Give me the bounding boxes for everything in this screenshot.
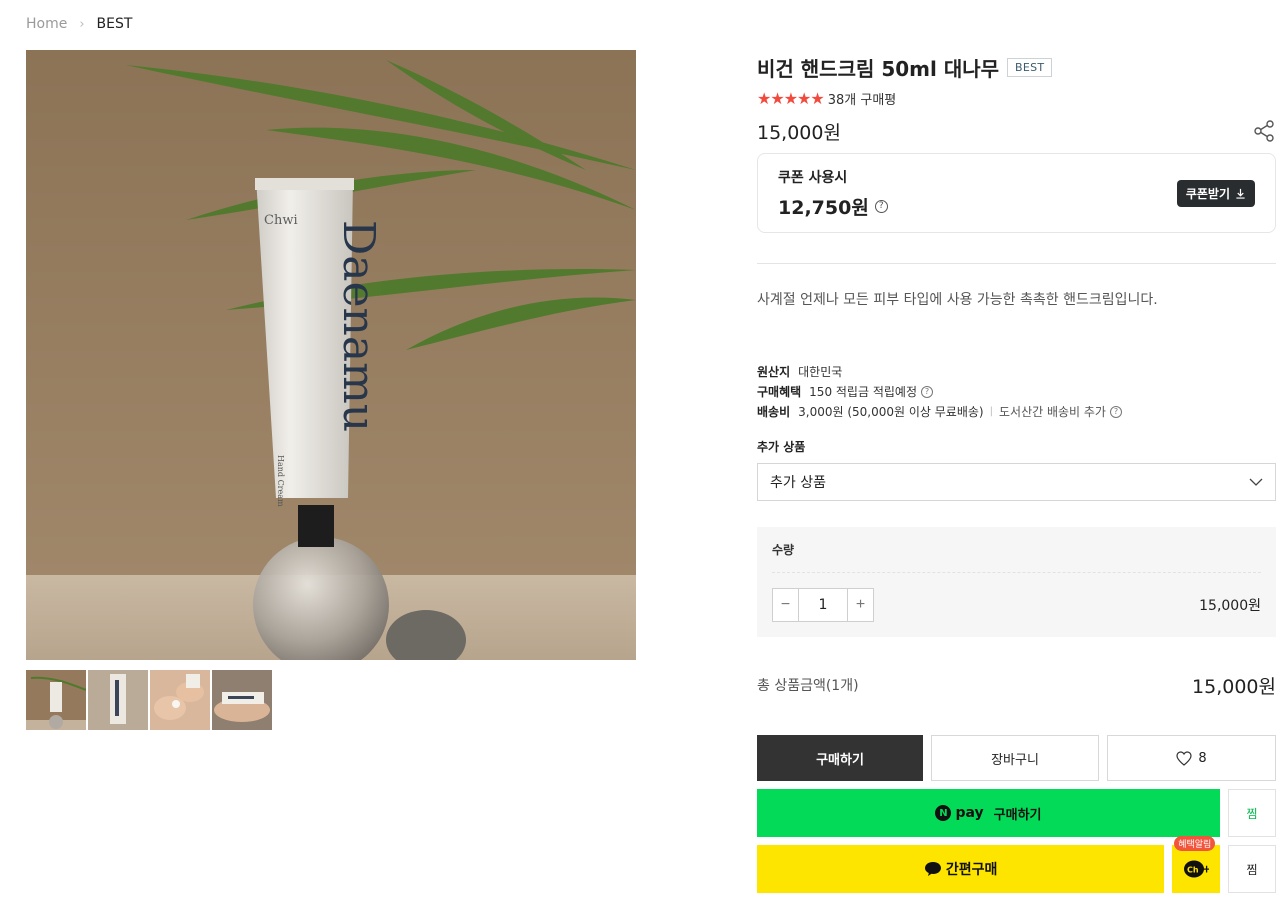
thumbnail-2[interactable] [88, 670, 148, 730]
kakao-channel-button[interactable]: 혜택알림 Ch + [1172, 836, 1221, 893]
quantity-divider [772, 572, 1261, 573]
chevron-right-icon: › [79, 16, 85, 32]
star-rating-icon: ★★★★★ [757, 88, 825, 108]
coupon-box: 쿠폰 사용시 12,750원 ? 쿠폰받기 [757, 153, 1276, 233]
benefit-alert-badge: 혜택알림 [1174, 836, 1216, 851]
npay-buy-button[interactable]: N pay 구매하기 [757, 789, 1220, 837]
breadcrumb-home-link[interactable]: Home [26, 16, 67, 32]
chevron-down-icon [1249, 478, 1263, 486]
npay-logo-icon: N [935, 805, 952, 821]
coupon-button-label: 쿠폰받기 [1185, 186, 1230, 201]
product-photo: Chwi Daenamu Hand Cream [26, 50, 636, 660]
kakao-buy-button[interactable]: 간편구매 [757, 845, 1165, 893]
npay-zzim-button[interactable]: 찜 [1228, 789, 1276, 837]
total-price: 15,000원 [1192, 675, 1276, 698]
download-icon [1236, 188, 1245, 199]
thumbnail-1[interactable] [26, 670, 86, 730]
shipping-extra-link[interactable]: 도서산간 배송비 추가 [999, 402, 1106, 422]
npay-pay-text: pay [955, 805, 984, 821]
increase-button[interactable]: + [848, 589, 873, 621]
kakao-channel-icon: Ch + [1184, 860, 1209, 878]
product-description: 사계절 언제나 모든 피부 타입에 사용 가능한 촉촉한 핸드크림입니다. [757, 292, 1158, 308]
thumbnail-4[interactable] [212, 670, 272, 730]
kakao-buy-label: 간편구매 [945, 862, 998, 878]
coupon-download-button[interactable]: 쿠폰받기 [1176, 179, 1255, 207]
svg-text:Ch: Ch [1187, 866, 1199, 875]
wishlist-button[interactable]: 8 [1107, 735, 1276, 781]
rating[interactable]: ★★★★★ 38개 구매평 [757, 88, 1276, 108]
coupon-price: 12,750원 [778, 196, 869, 219]
origin-value: 대한민국 [798, 365, 843, 379]
section-divider [757, 263, 1276, 264]
wishlist-count: 8 [1198, 750, 1207, 766]
product-main-image[interactable]: Chwi Daenamu Hand Cream [26, 50, 636, 660]
question-icon[interactable]: ? [874, 199, 888, 213]
addon-select-value: 추가 상품 [770, 475, 826, 491]
decrease-button[interactable]: − [773, 589, 798, 621]
shipping-value: 3,000원 (50,000원 이상 무료배송) [798, 405, 984, 419]
benefit-value: 150 적립금 적립예정 [809, 385, 917, 399]
buy-button[interactable]: 구매하기 [757, 735, 923, 781]
quantity-input[interactable] [798, 589, 848, 621]
product-title: 비건 핸드크림 50ml 대나무 [757, 56, 1000, 81]
kakao-zzim-button[interactable]: 찜 [1228, 845, 1276, 893]
quantity-price: 15,000원 [1199, 598, 1261, 614]
tube-brand-text: Chwi [264, 213, 298, 228]
origin-key: 원산지 [757, 365, 791, 379]
addon-title: 추가 상품 [757, 440, 806, 454]
quantity-box: 수량 − + 15,000원 [757, 527, 1276, 637]
review-count-link[interactable]: 38개 구매평 [828, 89, 897, 108]
heart-icon [1176, 750, 1192, 766]
svg-text:+: + [1202, 863, 1209, 876]
product-price: 15,000원 [757, 121, 841, 144]
total-label: 총 상품금액(1개) [757, 678, 859, 694]
speech-bubble-icon [924, 862, 941, 876]
breadcrumb-current: BEST [96, 16, 133, 32]
quantity-stepper: − + [772, 588, 874, 622]
product-meta: 원산지 대한민국 구매혜택 150 적립금 적립예정 ? 배송비 3,000원 … [757, 362, 1276, 422]
meta-separator: | [989, 406, 993, 417]
quantity-label: 수량 [772, 543, 795, 557]
breadcrumb: Home › BEST [26, 14, 132, 34]
thumbnail-list [26, 670, 272, 730]
product-info-panel: 비건 핸드크림 50ml 대나무 BEST ★★★★★ 38개 구매평 15,0… [757, 50, 1276, 893]
benefit-key: 구매혜택 [757, 385, 802, 399]
question-icon[interactable]: ? [1109, 406, 1122, 418]
addon-select[interactable]: 추가 상품 [757, 463, 1276, 501]
npay-buy-label: 구매하기 [993, 807, 1042, 823]
shipping-key: 배송비 [757, 405, 791, 419]
tube-sub-text: Hand Cream [276, 455, 285, 507]
best-badge: BEST [1007, 57, 1053, 77]
coupon-label: 쿠폰 사용시 [778, 169, 848, 186]
cart-button[interactable]: 장바구니 [931, 735, 1099, 781]
share-icon[interactable] [1252, 119, 1276, 143]
tube-name-text: Daenamu [333, 220, 384, 432]
thumbnail-3[interactable] [150, 670, 210, 730]
question-icon[interactable]: ? [921, 386, 933, 398]
